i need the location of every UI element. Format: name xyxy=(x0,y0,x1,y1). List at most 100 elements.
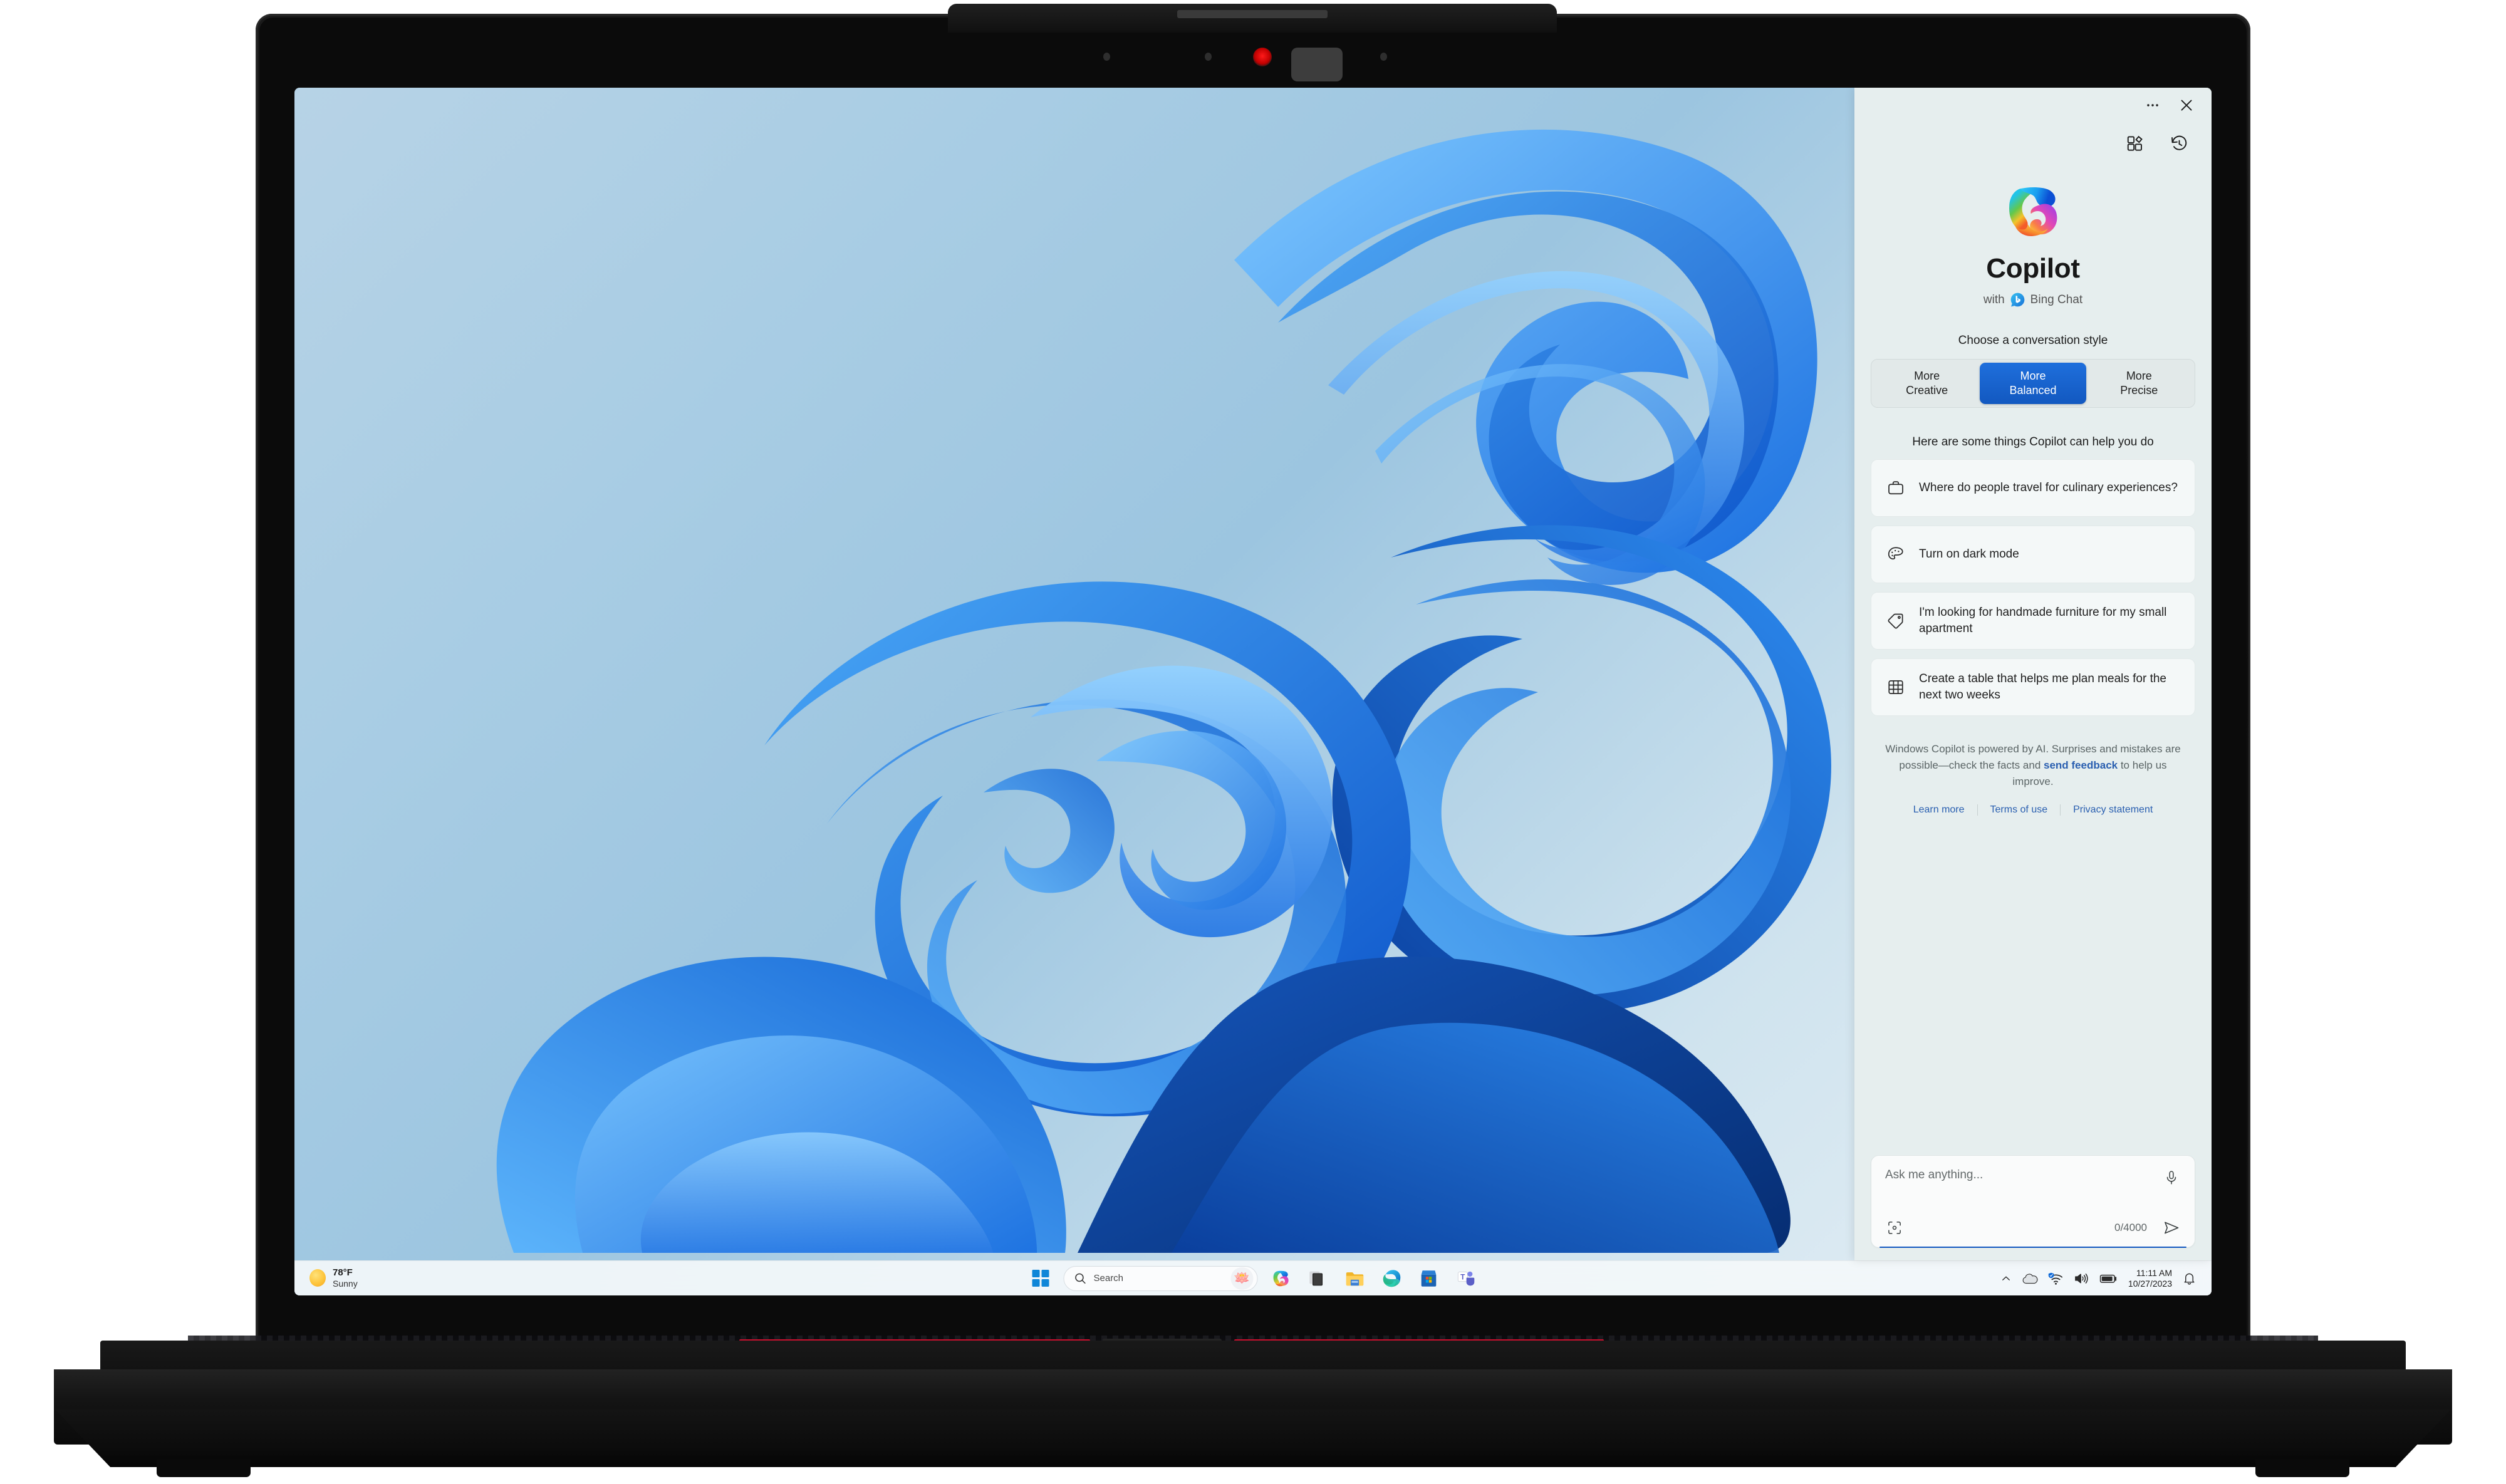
screen: Copilot with Bing Chat Choose a conversa… xyxy=(294,88,2212,1295)
search-icon xyxy=(1075,1273,1086,1284)
battery-icon[interactable] xyxy=(2099,1272,2118,1285)
taskbar-app-microsoft-store[interactable] xyxy=(1415,1265,1443,1292)
laptop-base-taper xyxy=(55,1409,2451,1467)
suggestion-card-text: Where do people travel for culinary expe… xyxy=(1919,480,2178,494)
conversation-style-heading: Choose a conversation style xyxy=(1958,334,2108,347)
lotus-icon[interactable]: 🪷 xyxy=(1230,1267,1254,1290)
style-label-line1: More xyxy=(1914,369,1940,382)
composer-bottom-row: 0/4000 xyxy=(1885,1218,2181,1237)
weather-text: 78°F Sunny xyxy=(333,1267,358,1289)
clock-date: 10/27/2023 xyxy=(2128,1278,2172,1289)
weather-temperature: 78°F xyxy=(333,1267,353,1279)
cloud-icon[interactable] xyxy=(2022,1272,2038,1285)
footer-links: Learn more Terms of use Privacy statemen… xyxy=(1854,804,2212,816)
send-icon[interactable] xyxy=(2162,1218,2181,1237)
suggestion-card-furniture[interactable]: I'm looking for handmade furniture for m… xyxy=(1871,592,2195,650)
character-counter: 0/4000 xyxy=(2114,1222,2147,1233)
speaker-icon[interactable] xyxy=(2074,1272,2089,1285)
camera-led-icon xyxy=(1253,48,1272,66)
microphone-icon[interactable] xyxy=(2162,1168,2181,1187)
copilot-titlebar xyxy=(1854,88,2212,123)
laptop-foot-left xyxy=(157,1460,251,1477)
terms-of-use-link[interactable]: Terms of use xyxy=(1978,804,2061,816)
copilot-logo-icon xyxy=(1999,178,2067,246)
page-title: Copilot xyxy=(1986,253,2080,284)
table-grid-icon xyxy=(1885,677,1906,698)
sensor-hole-icon xyxy=(1205,53,1212,61)
subtitle-suffix: Bing Chat xyxy=(2030,293,2083,306)
copilot-toolbar xyxy=(1854,123,2212,164)
privacy-statement-link[interactable]: Privacy statement xyxy=(2061,804,2165,816)
suggestion-card-travel[interactable]: Where do people travel for culinary expe… xyxy=(1871,459,2195,517)
laptop-device: Copilot with Bing Chat Choose a conversa… xyxy=(0,0,2506,1484)
screen-bezel: Copilot with Bing Chat Choose a conversa… xyxy=(294,88,2212,1295)
system-tray: 11:11 AM 10/27/2023 xyxy=(2000,1268,2197,1289)
suggestion-card-meal-table[interactable]: Create a table that helps me plan meals … xyxy=(1871,658,2195,716)
clock-time: 11:11 AM xyxy=(2136,1267,2172,1278)
search-placeholder: Search xyxy=(1093,1273,1124,1284)
suggestion-card-text: Turn on dark mode xyxy=(1919,547,2019,561)
style-option-more-balanced[interactable]: More Balanced xyxy=(1980,362,2086,405)
style-label-line2: Creative xyxy=(1906,384,1948,397)
task-view-icon xyxy=(1309,1271,1323,1285)
taskbar: 78°F Sunny Search 🪷 T 11:11 AM 10/27/202… xyxy=(294,1260,2212,1295)
weather-condition: Sunny xyxy=(333,1279,358,1289)
conversation-style-selector: More Creative More Balanced More Precise xyxy=(1871,359,2195,408)
tag-icon xyxy=(1885,610,1906,631)
wifi-icon[interactable] xyxy=(2048,1272,2064,1285)
microphone-hole-2-icon xyxy=(1380,53,1387,61)
copilot-subtitle: with Bing Chat xyxy=(1854,292,2212,308)
sun-icon xyxy=(309,1269,326,1287)
chat-input[interactable]: Ask me anything... xyxy=(1885,1168,1983,1182)
composer-container: Ask me anything... 0/4000 xyxy=(1854,1155,2212,1260)
send-feedback-link[interactable]: send feedback xyxy=(2044,759,2118,771)
copilot-panel: Copilot with Bing Chat Choose a conversa… xyxy=(1854,88,2212,1260)
suggestion-card-text: I'm looking for handmade furniture for m… xyxy=(1919,605,2167,635)
panel-spacer xyxy=(1854,816,2212,1155)
style-label-line1: More xyxy=(2126,369,2152,382)
visual-search-icon[interactable] xyxy=(1885,1218,1904,1237)
learn-more-link[interactable]: Learn more xyxy=(1901,804,1978,816)
taskbar-app-teams[interactable]: T xyxy=(1452,1265,1480,1292)
suggestion-card-list: Where do people travel for culinary expe… xyxy=(1871,459,2195,716)
weather-widget[interactable]: 78°F Sunny xyxy=(294,1267,457,1289)
suggestion-card-text: Create a table that helps me plan meals … xyxy=(1919,672,2167,702)
taskbar-app-file-explorer[interactable] xyxy=(1341,1265,1369,1292)
history-icon[interactable] xyxy=(2165,130,2193,157)
plugins-icon[interactable] xyxy=(2121,130,2149,157)
subtitle-prefix: with xyxy=(1983,293,2005,306)
webcam-array xyxy=(948,33,1557,81)
composer-top-row: Ask me anything... xyxy=(1885,1168,2181,1187)
close-icon[interactable] xyxy=(2174,95,2199,116)
start-button[interactable] xyxy=(1027,1265,1054,1292)
more-options-icon[interactable] xyxy=(2140,95,2165,116)
bloom-wallpaper-art xyxy=(496,129,1831,1253)
chat-composer[interactable]: Ask me anything... 0/4000 xyxy=(1871,1155,2195,1248)
svg-text:T: T xyxy=(1460,1272,1465,1281)
file-explorer-icon xyxy=(1346,1272,1364,1285)
teams-icon: T xyxy=(1457,1271,1475,1285)
copilot-taskbar-icon xyxy=(1273,1270,1289,1286)
taskbar-app-copilot[interactable] xyxy=(1267,1265,1295,1292)
chevron-up-icon[interactable] xyxy=(2000,1273,2012,1284)
bing-icon xyxy=(2010,292,2025,308)
ir-camera-icon xyxy=(1291,48,1343,81)
taskbar-app-edge[interactable] xyxy=(1378,1265,1406,1292)
microphone-hole-icon xyxy=(1103,53,1110,61)
windows-logo-icon xyxy=(1032,1270,1049,1287)
style-option-more-creative[interactable]: More Creative xyxy=(1874,363,1980,404)
style-label-line2: Precise xyxy=(2120,384,2158,397)
palette-icon xyxy=(1885,544,1906,565)
ai-disclaimer: Windows Copilot is powered by AI. Surpri… xyxy=(1882,741,2184,789)
style-label-line2: Balanced xyxy=(2009,384,2057,397)
microsoft-store-icon xyxy=(1421,1270,1437,1287)
camera-notch-bump xyxy=(948,4,1557,33)
clock[interactable]: 11:11 AM 10/27/2023 xyxy=(2128,1268,2172,1289)
bell-icon[interactable] xyxy=(2182,1271,2197,1285)
search-input[interactable]: Search 🪷 xyxy=(1063,1265,1258,1291)
taskbar-app-task-view[interactable] xyxy=(1304,1265,1332,1292)
suggestion-card-dark-mode[interactable]: Turn on dark mode xyxy=(1871,526,2195,583)
style-option-more-precise[interactable]: More Precise xyxy=(2086,363,2192,404)
style-label-line1: More xyxy=(2020,369,2046,382)
taskbar-center-group: Search 🪷 T xyxy=(1027,1265,1480,1292)
